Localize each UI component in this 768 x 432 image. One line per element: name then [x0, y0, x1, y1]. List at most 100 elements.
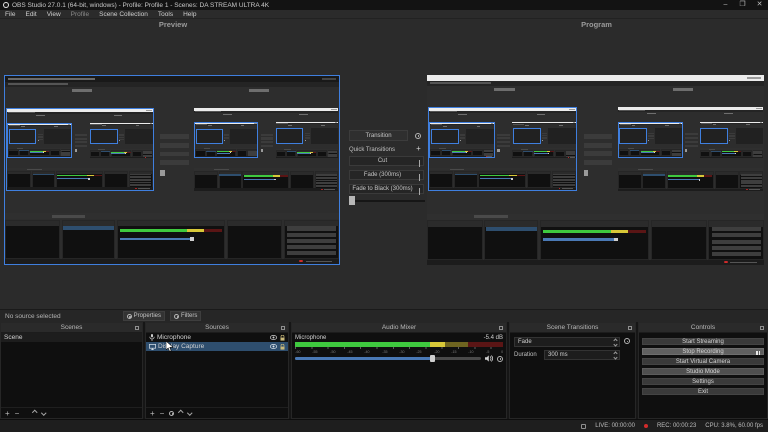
capture-detail: [237, 149, 247, 156]
lock-icon[interactable]: [280, 335, 285, 341]
capture-detail: [317, 150, 327, 158]
capture-detail: [119, 139, 124, 140]
source-properties-gear-icon[interactable]: [169, 411, 174, 416]
program-pane-label: Program: [425, 20, 768, 29]
capture-detail: [618, 171, 642, 189]
capture-detail: [261, 137, 273, 139]
capture-detail: [429, 122, 494, 158]
scenes-header[interactable]: Scenes: [1, 323, 142, 333]
speaker-icon[interactable]: [485, 355, 493, 362]
quick-transition-cut-label: Cut: [378, 158, 387, 164]
exit-button[interactable]: Exit: [642, 388, 764, 395]
duration-spinner[interactable]: [614, 352, 617, 359]
quick-transition-cut[interactable]: Cut: [349, 156, 424, 166]
start-streaming-button[interactable]: Start Streaming: [642, 338, 764, 345]
audio-mixer-header[interactable]: Audio Mixer: [292, 323, 506, 333]
capture-detail: [130, 179, 151, 181]
quick-transition-fade[interactable]: Fade (300ms): [349, 170, 424, 180]
add-scene-button[interactable]: +: [5, 409, 10, 418]
menu-edit[interactable]: Edit: [25, 11, 36, 18]
capture-detail: [511, 178, 513, 180]
add-source-button[interactable]: +: [150, 409, 155, 418]
transition-button[interactable]: Transition: [349, 130, 408, 141]
dock-pin-icon[interactable]: [135, 326, 139, 330]
capture-detail: [700, 157, 763, 158]
remove-scene-button[interactable]: −: [15, 409, 20, 418]
capture-detail: [685, 149, 687, 152]
maximize-button[interactable]: ❐: [734, 0, 751, 10]
properties-button[interactable]: Properties: [123, 311, 165, 321]
studio-mode-button[interactable]: Studio Mode: [642, 368, 764, 375]
capture-detail: [287, 151, 296, 152]
dock-pin-icon[interactable]: [281, 326, 285, 330]
capture-detail: [6, 221, 59, 227]
capture-detail: [299, 114, 308, 115]
volume-slider[interactable]: [295, 357, 481, 360]
filters-button[interactable]: Filters: [170, 311, 201, 321]
obs-logo-icon: [3, 2, 9, 8]
capture-detail: [559, 125, 563, 126]
scene-list-item[interactable]: Scene: [1, 333, 142, 342]
capture-detail: [662, 150, 670, 151]
capture-detail: [310, 153, 311, 154]
select-spinner[interactable]: [614, 339, 617, 346]
eye-visible-icon[interactable]: [270, 335, 277, 340]
capture-detail: [160, 152, 188, 157]
quick-transition-fade-to-black[interactable]: Fade to Black (300ms): [349, 184, 424, 194]
dock-pin-icon[interactable]: [760, 326, 764, 330]
lock-icon[interactable]: [280, 344, 285, 350]
capture-detail: [668, 172, 713, 174]
move-source-up-icon[interactable]: [179, 411, 184, 416]
capture-detail: [125, 129, 152, 145]
menu-scene-collection[interactable]: Scene Collection: [99, 11, 148, 18]
capture-detail: [217, 151, 229, 152]
mixer-db-value: -5.4 dB: [484, 335, 503, 341]
transition-select[interactable]: Fade: [514, 337, 620, 347]
menu-help[interactable]: Help: [183, 11, 196, 18]
move-scene-down-icon[interactable]: [41, 411, 46, 416]
minimize-button[interactable]: –: [717, 0, 734, 10]
stop-recording-button[interactable]: Stop Recording: [642, 348, 764, 355]
transition-gear-icon[interactable]: [624, 338, 630, 344]
capture-detail: [44, 129, 71, 144]
capture-detail: [654, 152, 655, 153]
transition-slider[interactable]: [349, 196, 425, 205]
volume-slider-handle[interactable]: [430, 355, 435, 362]
dock-pin-icon[interactable]: [499, 326, 503, 330]
menu-profile[interactable]: Profile: [71, 11, 89, 18]
source-label: Display Capture: [158, 343, 204, 350]
controls-header[interactable]: Controls: [639, 323, 767, 333]
capture-detail: [512, 150, 522, 158]
capture-detail: [458, 114, 467, 115]
close-button[interactable]: ✕: [751, 0, 768, 10]
capture-detail: [274, 179, 276, 181]
capture-detail: [114, 115, 123, 116]
menu-tools[interactable]: Tools: [158, 11, 173, 18]
move-scene-up-icon[interactable]: [33, 411, 38, 416]
capture-detail: [75, 134, 87, 136]
settings-button[interactable]: Settings: [642, 378, 764, 385]
scene-transitions-header[interactable]: Scene Transitions: [510, 323, 635, 333]
transition-slider-handle[interactable]: [349, 196, 355, 205]
menu-view[interactable]: View: [47, 11, 61, 18]
no-source-selected-text: No source selected: [5, 313, 61, 320]
capture-detail: [219, 174, 241, 176]
capture-detail: [104, 171, 128, 188]
mixer-gear-icon[interactable]: [497, 356, 503, 362]
add-quick-transition-button[interactable]: +: [413, 144, 424, 154]
start-virtual-camera-button[interactable]: Start Virtual Camera: [642, 358, 764, 365]
dock-pin-icon[interactable]: [628, 326, 632, 330]
eye-visible-icon[interactable]: [270, 344, 277, 349]
microphone-icon: [149, 334, 155, 341]
capture-detail: [537, 114, 546, 115]
duration-field[interactable]: 300 ms: [544, 350, 620, 360]
menu-file[interactable]: File: [5, 11, 15, 18]
pause-recording-icon[interactable]: [756, 351, 760, 355]
move-source-down-icon[interactable]: [187, 411, 192, 416]
transition-settings-gear-icon[interactable]: [412, 130, 424, 141]
sources-header[interactable]: Sources: [146, 323, 288, 333]
capture-detail: [127, 152, 130, 153]
preview-display-capture[interactable]: [4, 75, 340, 265]
capture-detail: [305, 138, 310, 139]
remove-source-button[interactable]: −: [160, 409, 165, 418]
